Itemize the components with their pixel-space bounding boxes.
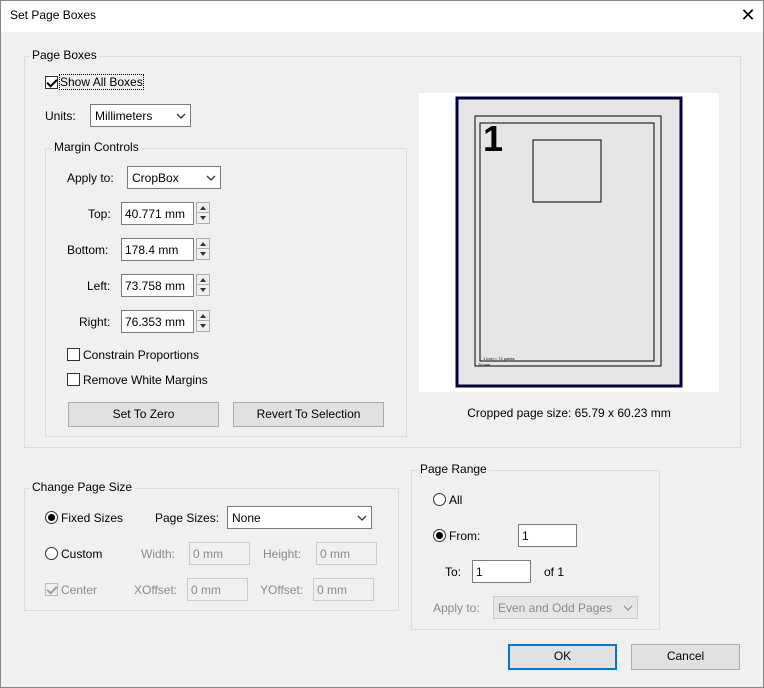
yoffset-label: YOffset: [260,583,304,597]
from-value: 1 [522,529,529,543]
preview-fine-print: 1 inch = 72 points [483,356,515,361]
height-value: 0 mm [320,547,350,561]
spin-up-icon[interactable] [197,203,209,213]
page-count-label: of 1 [544,565,565,579]
page-range-legend: Page Range [418,462,489,476]
units-label: Units: [45,109,76,123]
show-all-boxes-label[interactable]: Show All Boxes [59,74,144,90]
constrain-proportions-checkbox[interactable] [67,348,80,361]
left-value: 73.758 mm [125,279,186,293]
change-page-size-legend: Change Page Size [30,480,135,494]
ok-button[interactable]: OK [508,644,617,670]
revert-to-selection-button[interactable]: Revert To Selection [233,402,384,427]
from-radio[interactable] [433,529,446,542]
page-sizes-value: None [232,511,261,525]
width-label: Width: [141,547,176,561]
cropped-page-size: Cropped page size: 65.79 x 60.23 mm [467,406,671,420]
all-pages-label[interactable]: All [449,493,462,507]
center-label[interactable]: Center [61,583,97,597]
apply-to-value: CropBox [132,171,179,185]
height-input[interactable]: 0 mm [316,542,377,565]
range-apply-to-value: Even and Odd Pages [498,601,613,615]
chevron-down-icon [623,605,633,611]
preview-fine-print: 20 mm [478,362,491,367]
top-input[interactable]: 40.771 mm [121,202,194,225]
fixed-sizes-radio[interactable] [45,511,58,524]
spin-down-icon[interactable] [197,213,209,223]
close-icon[interactable]: ✕ [738,4,758,26]
top-label: Top: [88,207,111,221]
to-input[interactable]: 1 [472,560,531,583]
yoffset-value: 0 mm [317,583,347,597]
page-boxes-legend: Page Boxes [30,48,99,62]
page-sizes-select[interactable]: None [227,506,372,529]
width-input[interactable]: 0 mm [189,542,250,565]
center-checkbox[interactable] [45,583,58,596]
from-label[interactable]: From: [449,529,480,543]
bottom-spinner[interactable] [196,238,210,260]
chevron-down-icon [176,113,186,119]
spin-down-icon[interactable] [197,249,209,259]
width-value: 0 mm [193,547,223,561]
units-select[interactable]: Millimeters [90,104,191,127]
spin-up-icon[interactable] [197,275,209,285]
chevron-down-icon [206,175,216,181]
range-apply-to-label: Apply to: [433,601,480,615]
top-spinner[interactable] [196,202,210,224]
xoffset-label: XOffset: [134,583,178,597]
spin-down-icon[interactable] [197,321,209,331]
show-all-boxes-checkbox[interactable] [45,76,58,89]
all-pages-radio[interactable] [433,493,446,506]
to-label: To: [445,565,462,579]
title-bar [0,0,764,32]
custom-label[interactable]: Custom [61,547,102,561]
bottom-value: 178.4 mm [125,243,179,257]
bottom-label: Bottom: [67,243,109,257]
cancel-button[interactable]: Cancel [631,644,740,670]
custom-radio[interactable] [45,547,58,560]
page-sizes-label: Page Sizes: [155,511,220,525]
to-value: 1 [476,565,483,579]
right-label: Right: [79,315,111,329]
preview-page-number: 1 [483,118,504,159]
constrain-proportions-label[interactable]: Constrain Proportions [83,348,199,362]
remove-white-margins-label[interactable]: Remove White Margins [83,373,208,387]
spin-up-icon[interactable] [197,239,209,249]
units-value: Millimeters [95,109,153,123]
top-value: 40.771 mm [125,207,186,221]
xoffset-value: 0 mm [191,583,221,597]
page-preview: 1 1 inch = 72 points 20 mm [419,93,719,392]
remove-white-margins-checkbox[interactable] [67,373,80,386]
right-input[interactable]: 76.353 mm [121,310,194,333]
fixed-sizes-label[interactable]: Fixed Sizes [61,511,123,525]
left-input[interactable]: 73.758 mm [121,274,194,297]
left-spinner[interactable] [196,274,210,296]
range-apply-to-select[interactable]: Even and Odd Pages [493,596,638,619]
spin-down-icon[interactable] [197,285,209,295]
bottom-input[interactable]: 178.4 mm [121,238,194,261]
xoffset-input[interactable]: 0 mm [187,578,248,601]
spin-up-icon[interactable] [197,311,209,321]
apply-to-label: Apply to: [67,171,114,185]
left-label: Left: [87,279,111,293]
set-to-zero-button[interactable]: Set To Zero [68,402,219,427]
right-spinner[interactable] [196,310,210,332]
yoffset-input[interactable]: 0 mm [313,578,374,601]
window-title: Set Page Boxes [10,8,97,22]
chevron-down-icon [357,515,367,521]
margin-controls-legend: Margin Controls [52,140,141,154]
apply-to-select[interactable]: CropBox [127,166,221,189]
height-label: Height: [263,547,302,561]
right-value: 76.353 mm [125,315,186,329]
page-boxes-diagram [455,96,683,388]
from-input[interactable]: 1 [518,524,577,547]
